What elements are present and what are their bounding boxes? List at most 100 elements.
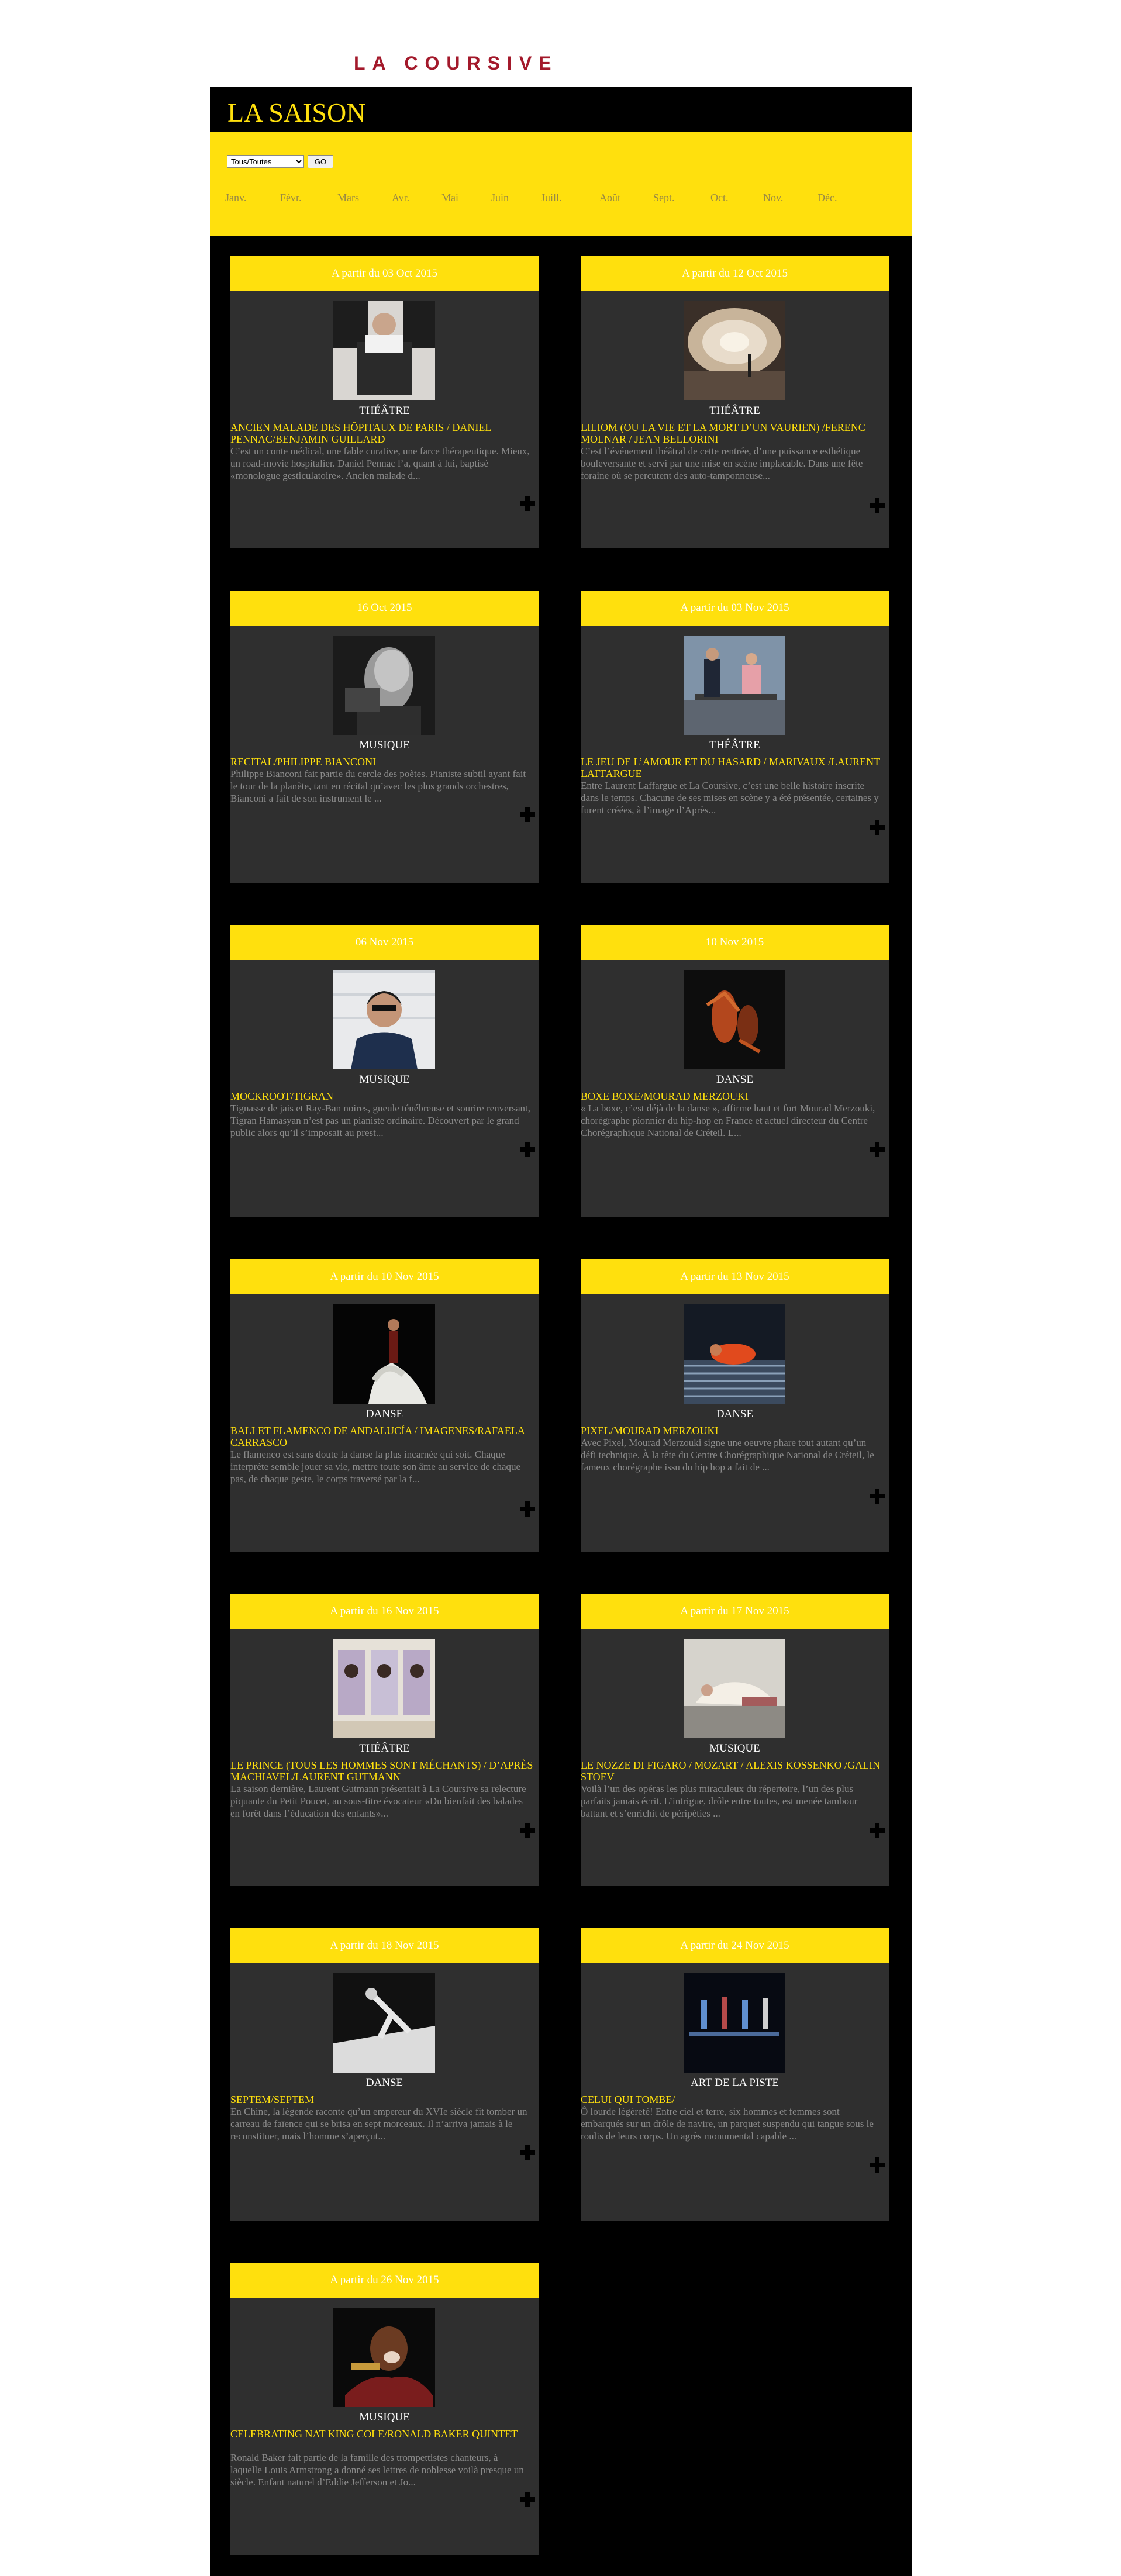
event-title[interactable]: BALLET FLAMENCO DE ANDALUCÍA / IMAGENES/… [230,1425,534,1448]
month-link-may[interactable]: Mai [441,192,458,204]
event-card[interactable]: A partir du 26 Nov 2015 MUSIQUE CELEBRAT… [230,2263,539,2555]
event-title[interactable]: LILIOM (OU LA VIE ET LA MORT D’UN VAURIE… [581,422,885,445]
event-title[interactable]: RECITAL/PHILIPPE BIANCONI [230,756,534,768]
event-description: Avec Pixel, Mourad Merzouki signe une oe… [581,1437,874,1473]
event-description: Ronald Baker fait partie de la famille d… [230,2452,524,2488]
month-link-mar[interactable]: Mars [337,192,359,204]
event-description: Voilà l’un des opéras les plus miraculeu… [581,1783,858,1819]
event-title[interactable]: CELUI QUI TOMBE/ [581,2094,885,2105]
event-title[interactable]: MOCKROOT/TIGRAN [230,1090,534,1102]
event-date: A partir du 03 Oct 2015 [230,256,539,291]
plus-icon[interactable] [870,1489,885,1504]
event-photo[interactable] [333,301,435,400]
month-link-apr[interactable]: Avr. [392,192,409,204]
event-photo[interactable] [333,1973,435,2073]
event-category: ART DE LA PISTE [690,2077,779,2089]
event-category: MUSIQUE [359,739,410,751]
event-description: C’est l’événement théâtral de cette rent… [581,446,863,481]
month-link-dec[interactable]: Déc. [818,192,837,204]
event-category: DANSE [365,2077,403,2089]
month-link-sep[interactable]: Sept. [653,192,675,204]
go-button[interactable]: GO [308,155,333,168]
event-category: DANSE [716,1408,754,1420]
event-card[interactable]: 10 Nov 2015 DANSE BOXE BOXE/MOURAD MERZO… [581,925,889,1217]
event-date: A partir du 16 Nov 2015 [230,1594,539,1629]
category-filter-select[interactable]: Tous/Toutes [227,155,304,168]
event-card[interactable]: A partir du 10 Nov 2015 DANSE BALLET FLA… [230,1259,539,1552]
event-photo[interactable] [333,970,435,1069]
event-photo[interactable] [333,1304,435,1404]
event-photo[interactable] [333,2308,435,2407]
event-card[interactable]: A partir du 24 Nov 2015 ART DE LA PISTE … [581,1928,889,2221]
event-description: C’est un conte médical, une fable curati… [230,446,530,481]
month-link-feb[interactable]: Févr. [280,192,302,204]
event-photo[interactable] [684,1973,785,2073]
event-description: Le flamenco est sans doute la danse la p… [230,1449,521,1484]
event-date: 10 Nov 2015 [581,925,889,960]
plus-icon[interactable] [870,1142,885,1157]
event-title[interactable]: ANCIEN MALADE DES HÔPITAUX DE PARIS / DA… [230,422,534,445]
event-title[interactable]: BOXE BOXE/MOURAD MERZOUKI [581,1090,885,1102]
event-category: THÉÂTRE [709,405,760,417]
plus-icon[interactable] [870,1823,885,1838]
event-category: MUSIQUE [359,1073,410,1086]
event-description: Ô lourde légèreté! Entre ciel et terre, … [581,2106,874,2142]
event-card[interactable]: A partir du 03 Oct 2015 THÉÂTRE ANCIEN M… [230,256,539,548]
event-date: 06 Nov 2015 [230,925,539,960]
plus-icon[interactable] [520,2145,535,2160]
la-coursive-logo[interactable]: LA COURSIVE [354,53,558,74]
event-card[interactable]: A partir du 03 Nov 2015 THÉÂTRE LE JEU D… [581,591,889,883]
event-description: Tignasse de jais et Ray-Ban noires, gueu… [230,1103,530,1138]
event-photo[interactable] [333,1639,435,1738]
plus-icon[interactable] [870,498,885,513]
event-category: THÉÂTRE [359,1742,410,1755]
event-photo[interactable] [684,1639,785,1738]
event-date: A partir du 17 Nov 2015 [581,1594,889,1629]
event-photo[interactable] [333,636,435,735]
event-title[interactable]: LE JEU DE L’AMOUR ET DU HASARD / MARIVAU… [581,756,885,779]
event-card[interactable]: 06 Nov 2015 MUSIQUE MOCKROOT/TIGRAN Tign… [230,925,539,1217]
event-card[interactable]: A partir du 17 Nov 2015 MUSIQUE LE NOZZE… [581,1594,889,1886]
main-content: LA SAISON Tous/Toutes GO Janv. Févr. Mar… [210,87,912,2576]
event-card[interactable]: A partir du 18 Nov 2015 DANSE SEPTEM/SEP… [230,1928,539,2221]
month-navigation: Janv. Févr. Mars Avr. Mai Juin Juill. Ao… [225,192,903,206]
event-category: THÉÂTRE [709,739,760,751]
event-title[interactable]: CELEBRATING NAT KING COLE/RONALD BAKER Q… [230,2428,534,2440]
month-link-jan[interactable]: Janv. [225,192,246,204]
event-date: A partir du 24 Nov 2015 [581,1928,889,1963]
month-link-jun[interactable]: Juin [491,192,509,204]
plus-icon[interactable] [520,1823,535,1838]
event-photo[interactable] [684,301,785,400]
event-date: A partir du 10 Nov 2015 [230,1259,539,1294]
month-link-nov[interactable]: Nov. [763,192,783,204]
month-link-jul[interactable]: Juill. [541,192,562,204]
plus-icon[interactable] [520,2492,535,2507]
event-category: MUSIQUE [709,1742,760,1755]
event-description: « La boxe, c’est déjà de la danse », aff… [581,1103,875,1138]
event-title[interactable]: SEPTEM/SEPTEM [230,2094,534,2105]
event-description: Philippe Bianconi fait partie du cercle … [230,768,526,804]
event-photo[interactable] [684,636,785,735]
event-description: Entre Laurent Laffargue et La Coursive, … [581,780,879,816]
event-card[interactable]: 16 Oct 2015 MUSIQUE RECITAL/PHILIPPE BIA… [230,591,539,883]
event-date: A partir du 03 Nov 2015 [581,591,889,626]
event-card[interactable]: A partir du 12 Oct 2015 THÉÂTRE LILIOM (… [581,256,889,548]
plus-icon[interactable] [870,820,885,835]
plus-icon[interactable] [520,807,535,822]
event-description: La saison dernière, Laurent Gutmann prés… [230,1783,526,1819]
month-link-oct[interactable]: Oct. [710,192,729,204]
event-date: A partir du 13 Nov 2015 [581,1259,889,1294]
plus-icon[interactable] [520,1142,535,1157]
event-card[interactable]: A partir du 16 Nov 2015 THÉÂTRE LE PRINC… [230,1594,539,1886]
event-title[interactable]: PIXEL/MOURAD MERZOUKI [581,1425,885,1437]
plus-icon[interactable] [520,1501,535,1517]
event-photo[interactable] [684,970,785,1069]
event-title[interactable]: LE NOZZE DI FIGARO / MOZART / ALEXIS KOS… [581,1759,885,1783]
event-date: A partir du 12 Oct 2015 [581,256,889,291]
event-card[interactable]: A partir du 13 Nov 2015 DANSE PIXEL/MOUR… [581,1259,889,1552]
event-title[interactable]: LE PRINCE (TOUS LES HOMMES SONT MÉCHANTS… [230,1759,534,1783]
plus-icon[interactable] [520,496,535,511]
event-photo[interactable] [684,1304,785,1404]
plus-icon[interactable] [870,2157,885,2173]
month-link-aug[interactable]: Août [599,192,620,204]
